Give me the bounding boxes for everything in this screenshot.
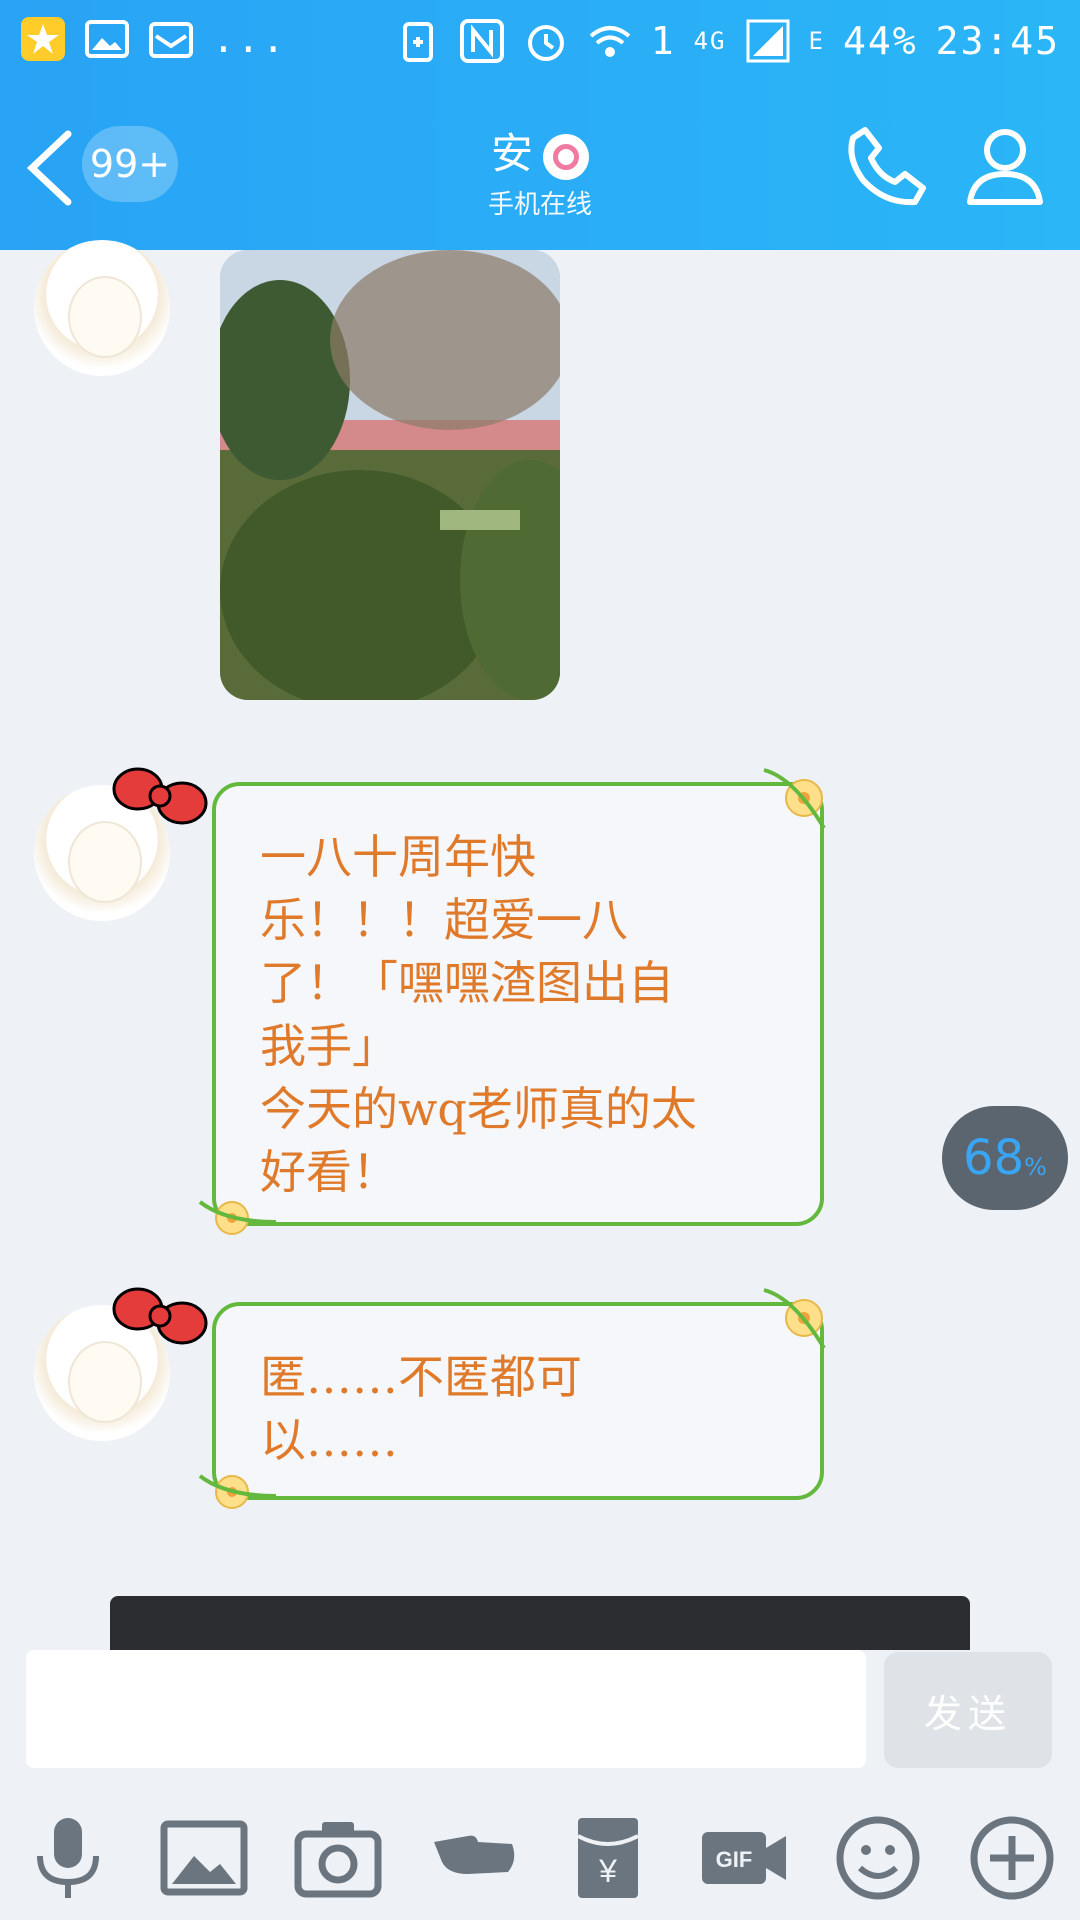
svg-text:¥: ¥ — [598, 1853, 617, 1889]
image-icon[interactable] — [158, 1812, 250, 1904]
camera-icon[interactable] — [292, 1812, 384, 1904]
avatar-face — [68, 1341, 142, 1423]
battery-saver-icon — [395, 18, 441, 64]
contact-avatar[interactable] — [34, 240, 170, 376]
avatar-face — [68, 821, 142, 903]
poke-icon[interactable] — [428, 1812, 520, 1904]
microphone-icon[interactable] — [22, 1812, 114, 1904]
donut-emoji-icon — [543, 133, 589, 180]
profile-icon[interactable] — [962, 122, 1048, 208]
message-bubble[interactable]: 一八十周年快 乐！！！超爱一八 了！「嘿嘿渣图出自 我手」 今天的wq老师真的太… — [198, 768, 826, 1235]
gif-icon[interactable]: GIF — [698, 1812, 790, 1904]
dark-card-preview[interactable] — [110, 1596, 970, 1656]
sim-slot: 1 — [650, 19, 676, 63]
photo-message[interactable] — [220, 250, 560, 700]
contact-avatar[interactable] — [34, 1287, 208, 1441]
chat-header: ... 1 4G E 44% 23:45 99+ 安 手机在线 — [0, 0, 1080, 250]
flower-corner-icon — [198, 1200, 277, 1235]
flower-corner-icon — [763, 1288, 826, 1350]
svg-text:GIF: GIF — [716, 1847, 753, 1872]
plus-icon[interactable] — [966, 1812, 1058, 1904]
nfc-icon — [459, 18, 505, 64]
clock: 23:45 — [935, 19, 1060, 63]
network-4g: 4G — [693, 27, 727, 55]
composer: 发送 — [0, 1650, 1080, 1772]
bow-icon — [112, 767, 208, 825]
emoji-icon[interactable] — [832, 1812, 924, 1904]
red-packet-icon[interactable]: ¥ — [562, 1812, 654, 1904]
battery-level: 44% — [842, 19, 918, 63]
gallery-icon — [84, 16, 130, 62]
more-indicator: ... — [212, 17, 287, 61]
network-e: E — [808, 27, 825, 55]
message-input[interactable] — [26, 1650, 866, 1768]
mail-icon — [148, 16, 194, 62]
signal-icon — [745, 18, 791, 64]
status-bar: ... 1 4G E 44% 23:45 — [0, 0, 1080, 86]
message-text: 一八十周年快 乐！！！超爱一八 了！「嘿嘿渣图出自 我手」 今天的wq老师真的太… — [260, 830, 697, 1199]
contact-avatar[interactable] — [34, 767, 208, 921]
input-toolbar: ¥ GIF — [0, 1776, 1080, 1920]
avatar-face — [68, 276, 142, 358]
alarm-icon — [523, 18, 569, 64]
wifi-icon — [587, 18, 633, 64]
flower-corner-icon — [198, 1474, 277, 1509]
phone-call-icon[interactable] — [845, 122, 931, 208]
flower-corner-icon — [763, 768, 826, 830]
qzone-icon — [20, 16, 66, 62]
nav-bar: 99+ 安 手机在线 — [0, 92, 1080, 250]
bow-icon — [112, 1287, 208, 1345]
upload-progress-badge: 68% — [942, 1106, 1068, 1210]
message-bubble[interactable]: 匿……不匿都可 以…… — [198, 1288, 826, 1509]
send-button[interactable]: 发送 — [884, 1652, 1052, 1768]
photo-thumbnail-icon — [220, 250, 560, 700]
message-text: 匿……不匿都可 以…… — [260, 1350, 582, 1467]
